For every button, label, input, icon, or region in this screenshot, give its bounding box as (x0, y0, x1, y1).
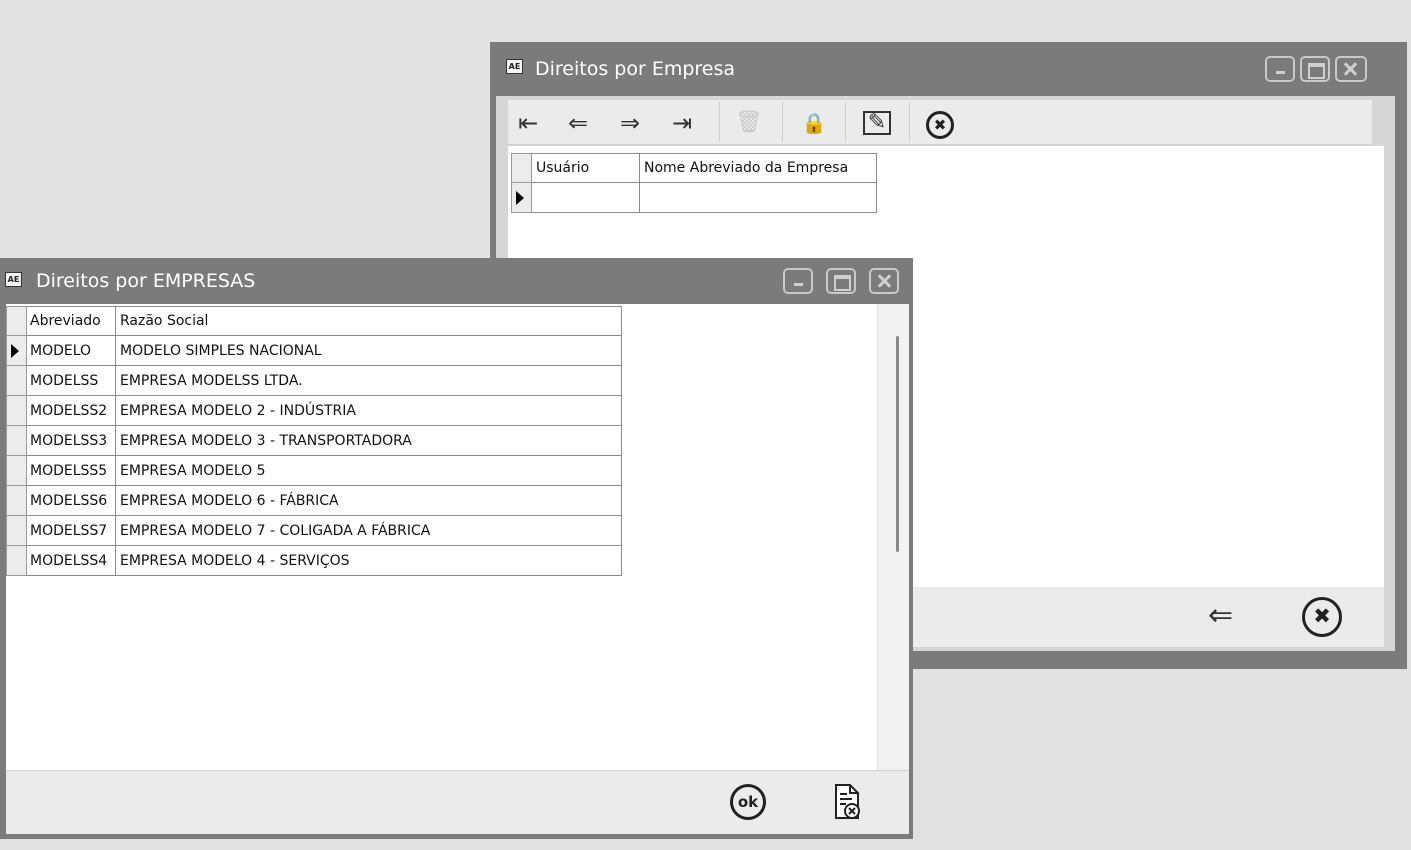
table-row[interactable]: MODELSS6 EMPRESA MODELO 6 - FÁBRICA (6, 485, 622, 516)
title-bar[interactable]: AE Direitos por EMPRESAS (0, 258, 913, 304)
companies-grid: Abreviado Razão Social MODELO MODELO SIMP… (6, 306, 622, 576)
title-bar[interactable]: AE Direitos por Empresa (490, 42, 1407, 96)
scrollbar-thumb[interactable] (896, 336, 899, 552)
close-button[interactable] (869, 268, 899, 294)
first-record-icon[interactable]: ⇤ (514, 110, 542, 136)
row-indicator-header (511, 153, 532, 183)
cell-razao-social[interactable]: EMPRESA MODELSS LTDA. (115, 365, 622, 396)
column-header-razao-social[interactable]: Razão Social (115, 306, 622, 336)
cell-abreviado[interactable]: MODELSS7 (26, 515, 116, 546)
grid-header-row: Usuário Nome Abreviado da Empresa (511, 153, 877, 183)
last-record-icon[interactable]: ⇥ (668, 110, 696, 136)
vertical-scrollbar[interactable] (877, 304, 909, 770)
table-row[interactable] (511, 182, 877, 213)
current-row-pointer-icon (516, 190, 524, 205)
row-indicator-header (6, 306, 27, 336)
cancel-icon[interactable]: ✖ (926, 111, 954, 139)
toolbar-separator (782, 102, 783, 142)
cell-razao-social[interactable]: EMPRESA MODELO 7 - COLIGADA A FÁBRICA (115, 515, 622, 546)
user-rights-grid: Usuário Nome Abreviado da Empresa (511, 153, 877, 213)
row-indicator (6, 335, 27, 366)
close-button[interactable] (1335, 56, 1367, 82)
window-body: Abreviado Razão Social MODELO MODELO SIMP… (6, 304, 909, 834)
previous-record-icon[interactable]: ⇐ (564, 110, 592, 136)
table-row[interactable]: MODELSS7 EMPRESA MODELO 7 - COLIGADA A FÁ… (6, 515, 622, 546)
toolbar-separator (719, 102, 720, 142)
row-indicator (6, 455, 27, 486)
toolbar-separator (909, 102, 910, 142)
cell-razao-social[interactable]: MODELO SIMPLES NACIONAL (115, 335, 622, 366)
row-indicator (6, 545, 27, 576)
cell-abreviado[interactable]: MODELSS6 (26, 485, 116, 516)
cell-nome-abreviado[interactable] (639, 182, 877, 213)
cell-usuario[interactable] (531, 182, 640, 213)
column-header-usuario[interactable]: Usuário (531, 153, 640, 183)
table-row[interactable]: MODELSS2 EMPRESA MODELO 2 - INDÚSTRIA (6, 395, 622, 426)
grid-header-row: Abreviado Razão Social (6, 306, 622, 336)
table-row[interactable]: MODELSS5 EMPRESA MODELO 5 (6, 455, 622, 486)
lock-icon[interactable]: 🔒 (800, 110, 828, 136)
cell-razao-social[interactable]: EMPRESA MODELO 4 - SERVIÇOS (115, 545, 622, 576)
column-header-nome-abreviado[interactable]: Nome Abreviado da Empresa (639, 153, 877, 183)
back-icon[interactable]: ⇐ (1208, 601, 1233, 631)
cell-abreviado[interactable]: MODELSS3 (26, 425, 116, 456)
maximize-button[interactable] (826, 268, 856, 294)
table-row[interactable]: MODELSS4 EMPRESA MODELO 4 - SERVIÇOS (6, 545, 622, 576)
ok-button[interactable]: ok (730, 784, 766, 820)
row-indicator (511, 182, 532, 213)
cell-abreviado[interactable]: MODELSS4 (26, 545, 116, 576)
cell-abreviado[interactable]: MODELSS2 (26, 395, 116, 426)
cell-razao-social[interactable]: EMPRESA MODELO 2 - INDÚSTRIA (115, 395, 622, 426)
maximize-button[interactable] (1300, 56, 1330, 82)
next-record-icon[interactable]: ⇒ (616, 110, 644, 136)
cell-abreviado[interactable]: MODELSS (26, 365, 116, 396)
edit-record-icon[interactable]: ✎ (863, 111, 891, 135)
cell-abreviado[interactable]: MODELSS5 (26, 455, 116, 486)
row-indicator (6, 395, 27, 426)
direitos-por-empresas-window: AE Direitos por EMPRESAS Abreviado Razão… (0, 258, 913, 839)
column-header-abreviado[interactable]: Abreviado (26, 306, 116, 336)
row-indicator (6, 425, 27, 456)
app-icon: AE (5, 272, 22, 287)
row-indicator (6, 365, 27, 396)
cell-razao-social[interactable]: EMPRESA MODELO 6 - FÁBRICA (115, 485, 622, 516)
minimize-button[interactable] (783, 268, 813, 294)
cell-razao-social[interactable]: EMPRESA MODELO 5 (115, 455, 622, 486)
table-row[interactable]: MODELSS EMPRESA MODELSS LTDA. (6, 365, 622, 396)
close-icon[interactable]: ✖ (1302, 597, 1342, 637)
window-title: Direitos por Empresa (535, 58, 736, 80)
app-icon: AE (506, 59, 523, 74)
cell-razao-social[interactable]: EMPRESA MODELO 3 - TRANSPORTADORA (115, 425, 622, 456)
delete-record-icon[interactable]: 🗑 (734, 110, 764, 136)
table-row[interactable]: MODELO MODELO SIMPLES NACIONAL (6, 335, 622, 366)
window-title: Direitos por EMPRESAS (36, 270, 256, 292)
table-row[interactable]: MODELSS3 EMPRESA MODELO 3 - TRANSPORTADOR… (6, 425, 622, 456)
toolbar-separator (845, 102, 846, 142)
current-row-pointer-icon (11, 343, 19, 358)
navigation-toolbar: ⇤ ⇐ ⇒ ⇥ 🗑 🔒 ✎ ✖ (508, 100, 1372, 145)
cancel-document-icon[interactable] (833, 784, 861, 820)
row-indicator (6, 515, 27, 546)
window-footer: ok (6, 770, 909, 834)
minimize-button[interactable] (1265, 56, 1295, 82)
cell-abreviado[interactable]: MODELO (26, 335, 116, 366)
row-indicator (6, 485, 27, 516)
